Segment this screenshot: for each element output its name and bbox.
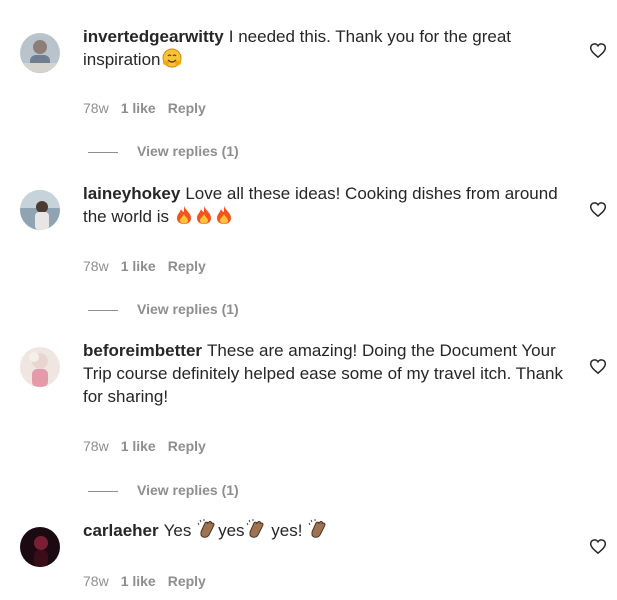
fire-emoji-icon	[215, 205, 233, 231]
username-link[interactable]: beforeimbetter	[83, 341, 202, 360]
username-link[interactable]: invertedgearwitty	[83, 27, 224, 46]
fire-emoji-icon	[195, 205, 213, 231]
clapping-hands-emoji-icon	[197, 519, 217, 545]
view-replies: View replies (1)	[88, 301, 239, 317]
avatar[interactable]	[20, 33, 60, 73]
comment-text-part: yes!	[271, 521, 303, 540]
view-replies-button[interactable]: View replies (1)	[137, 301, 239, 317]
timestamp: 78w	[83, 573, 109, 589]
likes-count[interactable]: 1 like	[121, 258, 156, 274]
username-link[interactable]: carlaeher	[83, 521, 159, 540]
comment-body: carlaeher Yes yes yes!	[83, 519, 578, 545]
view-replies-button[interactable]: View replies (1)	[137, 143, 239, 159]
timestamp: 78w	[83, 258, 109, 274]
comment-text-part: Yes	[163, 521, 192, 540]
divider	[88, 151, 118, 153]
view-replies-button[interactable]: View replies (1)	[137, 482, 239, 498]
comment-body: beforeimbetter These are amazing! Doing t…	[83, 339, 578, 408]
comment-text-part: yes	[218, 521, 245, 540]
view-replies: View replies (1)	[88, 482, 239, 498]
timestamp: 78w	[83, 100, 109, 116]
comment-meta: 78w 1 like Reply	[83, 438, 218, 454]
heart-outline-icon[interactable]	[589, 202, 607, 222]
divider	[88, 309, 118, 311]
comment-body: invertedgearwitty I needed this. Thank yo…	[83, 25, 578, 74]
reply-button[interactable]: Reply	[168, 100, 206, 116]
username-link[interactable]: laineyhokey	[83, 184, 180, 203]
comment-meta: 78w 1 like Reply	[83, 258, 218, 274]
comment-meta: 78w 1 like Reply	[83, 573, 218, 589]
avatar[interactable]	[20, 347, 60, 387]
view-replies: View replies (1)	[88, 143, 239, 159]
reply-button[interactable]: Reply	[168, 438, 206, 454]
likes-count[interactable]: 1 like	[121, 438, 156, 454]
reply-button[interactable]: Reply	[168, 258, 206, 274]
heart-outline-icon[interactable]	[589, 359, 607, 379]
avatar[interactable]	[20, 527, 60, 567]
hugging-face-emoji-icon	[162, 48, 182, 74]
heart-outline-icon[interactable]	[589, 43, 607, 63]
fire-emoji-icon	[175, 205, 193, 231]
avatar[interactable]	[20, 190, 60, 230]
divider	[88, 490, 118, 492]
timestamp: 78w	[83, 438, 109, 454]
clapping-hands-emoji-icon	[246, 519, 266, 545]
comment-body: laineyhokey Love all these ideas! Cooking…	[83, 182, 578, 231]
likes-count[interactable]: 1 like	[121, 100, 156, 116]
clapping-hands-emoji-icon	[308, 519, 328, 545]
heart-outline-icon[interactable]	[589, 539, 607, 559]
likes-count[interactable]: 1 like	[121, 573, 156, 589]
reply-button[interactable]: Reply	[168, 573, 206, 589]
comment-meta: 78w 1 like Reply	[83, 100, 218, 116]
